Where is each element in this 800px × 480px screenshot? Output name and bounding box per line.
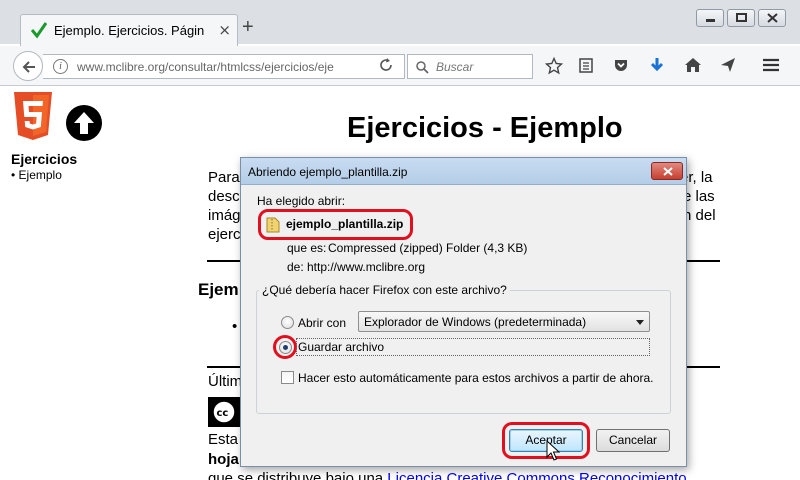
action-question: ¿Qué debería hacer Firefox con este arch… <box>259 283 510 297</box>
url-bar[interactable]: i www.mclibre.org/consultar/htmlcss/ejer… <box>43 54 405 79</box>
text-fragment: ejerc <box>208 226 241 243</box>
pocket-icon[interactable] <box>613 57 629 73</box>
url-text: www.mclibre.org/consultar/htmlcss/ejerci… <box>77 60 334 74</box>
page-title: Ejercicios - Ejemplo <box>347 112 623 144</box>
cancel-button[interactable]: Cancelar <box>596 429 670 452</box>
minimize-icon <box>706 19 715 22</box>
reload-icon[interactable] <box>378 57 394 73</box>
save-file-radio[interactable] <box>279 341 292 354</box>
text-fragment: que se distribuye bajo una Licencia Crea… <box>208 470 687 480</box>
text-fragment: desc <box>208 188 240 205</box>
search-placeholder: Buscar <box>436 60 474 74</box>
mouse-cursor-icon <box>546 440 560 461</box>
save-file-label[interactable]: Guardar archivo <box>298 340 384 354</box>
type-value: Compressed (zipped) Folder (4,3 KB) <box>328 241 528 255</box>
text-fragment: hoja <box>208 451 239 468</box>
tab-title: Ejemplo. Ejercicios. Página <box>54 23 204 38</box>
url-path: /consultar/htmlcss/ejercicios/eje <box>165 60 334 74</box>
close-icon <box>767 13 778 23</box>
navigation-bar: i www.mclibre.org/consultar/htmlcss/ejer… <box>0 46 800 86</box>
dialog-title: Abriendo ejemplo_plantilla.zip <box>248 165 408 179</box>
chosen-label: Ha elegido abrir: <box>257 194 346 208</box>
close-icon <box>663 167 673 176</box>
download-icon[interactable] <box>649 57 665 75</box>
text-fragment: e las <box>683 188 715 205</box>
search-input[interactable]: Buscar <box>407 54 533 79</box>
up-arrow-icon[interactable] <box>65 104 103 142</box>
auto-checkbox[interactable] <box>281 371 294 384</box>
sidebar-item-ejemplo[interactable]: • Ejemplo <box>11 168 62 182</box>
list-bullet: • <box>232 318 238 335</box>
from-value: http://www.mclibre.org <box>307 260 426 274</box>
text-fragment: Últim <box>208 373 243 390</box>
minimize-button[interactable] <box>696 9 724 27</box>
text-fragment: Esta <box>208 431 239 448</box>
open-with-label[interactable]: Abrir con <box>298 316 346 330</box>
open-with-select[interactable]: Explorador de Windows (predeterminada) <box>358 311 650 332</box>
from-label: de: <box>287 260 304 274</box>
bottom-text: que se distribuye bajo una <box>208 470 384 480</box>
download-dialog: Abriendo ejemplo_plantilla.zip Ha elegid… <box>240 157 687 467</box>
auto-label[interactable]: Hacer esto automáticamente para estos ar… <box>298 371 654 385</box>
text-fragment: imág <box>208 207 241 224</box>
tab-close-icon[interactable]: × <box>218 21 231 39</box>
section-heading: Ejem <box>198 280 239 299</box>
home-icon[interactable] <box>684 57 702 73</box>
open-with-value: Explorador de Windows (predeterminada) <box>364 315 587 329</box>
svg-text:cc: cc <box>217 408 229 419</box>
url-domain: www.mclibre.org <box>77 60 166 74</box>
maximize-button[interactable] <box>727 9 755 27</box>
bookmark-star-icon[interactable] <box>545 57 563 75</box>
text-fragment: n del <box>683 207 716 224</box>
browser-tab[interactable]: Ejemplo. Ejercicios. Página × <box>20 14 238 46</box>
info-icon[interactable]: i <box>53 59 68 74</box>
zip-folder-icon <box>266 217 280 233</box>
html5-logo-icon <box>14 92 52 140</box>
creative-commons-logo-icon[interactable]: cc <box>208 397 240 427</box>
open-with-radio[interactable] <box>281 316 294 329</box>
back-arrow-icon <box>22 61 35 73</box>
tab-bar: Ejemplo. Ejercicios. Página × + <box>0 0 800 46</box>
window-close-button[interactable] <box>758 9 786 27</box>
maximize-icon <box>736 13 747 22</box>
text-fragment: Para <box>208 169 240 186</box>
dialog-close-button[interactable] <box>651 162 683 180</box>
dialog-titlebar[interactable]: Abriendo ejemplo_plantilla.zip <box>241 158 686 185</box>
chevron-down-icon <box>636 320 644 325</box>
hamburger-menu-icon[interactable] <box>762 57 780 73</box>
back-button[interactable] <box>13 51 43 81</box>
filename: ejemplo_plantilla.zip <box>286 217 404 231</box>
license-link[interactable]: Licencia Creative Commons Reconocimiento <box>387 470 686 480</box>
new-tab-button[interactable]: + <box>242 16 254 39</box>
share-icon[interactable] <box>720 57 736 73</box>
checkmark-favicon-icon <box>31 22 47 39</box>
bookmarks-list-icon[interactable] <box>578 57 594 75</box>
search-icon <box>416 61 429 74</box>
sidebar-title: Ejercicios <box>11 151 78 167</box>
type-label: que es: <box>287 241 327 255</box>
